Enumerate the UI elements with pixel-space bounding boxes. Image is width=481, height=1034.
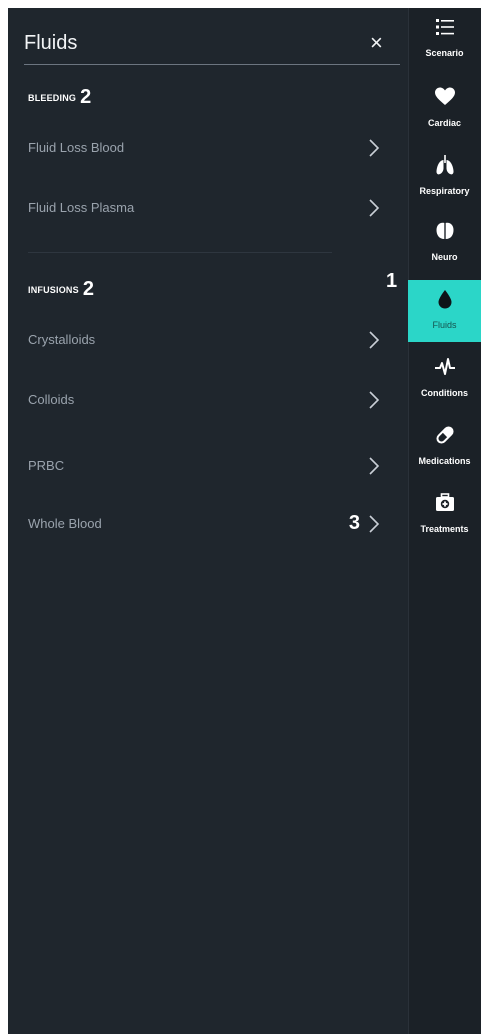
chevron-right-icon bbox=[369, 331, 380, 349]
sidebar-item-label: Scenario bbox=[425, 48, 464, 58]
chevron-right-icon bbox=[369, 515, 380, 533]
callout-number: 2 bbox=[80, 86, 92, 108]
list-item-colloids[interactable]: Colloids bbox=[28, 384, 388, 418]
list-item-label: Whole Blood bbox=[28, 516, 102, 531]
list-item-fluid-loss-blood[interactable]: Fluid Loss Blood bbox=[28, 132, 388, 166]
list-item-label: PRBC bbox=[28, 458, 65, 473]
chevron-right-icon bbox=[369, 391, 380, 409]
heart-icon bbox=[435, 87, 455, 105]
sidebar-item-scenario[interactable]: Scenario bbox=[408, 8, 481, 70]
callout-number: 1 bbox=[386, 270, 398, 292]
sidebar-item-medications[interactable]: Medications bbox=[408, 416, 481, 478]
list-item-label: Crystalloids bbox=[28, 332, 96, 347]
sidebar-item-conditions[interactable]: Conditions bbox=[408, 348, 481, 410]
section-label: BLEEDING bbox=[28, 93, 77, 103]
list-item-label: Colloids bbox=[28, 392, 75, 407]
title-underline bbox=[24, 64, 400, 65]
list-item-label: Fluid Loss Blood bbox=[28, 140, 125, 155]
chevron-right-icon bbox=[369, 139, 380, 157]
app-window: Fluids × BLEEDING 2 Fluid Loss Blood Flui… bbox=[8, 8, 481, 1034]
pill-icon bbox=[436, 426, 454, 444]
droplet-icon bbox=[438, 290, 452, 309]
brain-icon bbox=[436, 222, 454, 239]
lungs-icon bbox=[436, 155, 454, 175]
list-item-label: Fluid Loss Plasma bbox=[28, 200, 135, 215]
sidebar-item-label: Respiratory bbox=[419, 186, 470, 196]
fluids-panel: Fluids × BLEEDING 2 Fluid Loss Blood Flui… bbox=[8, 8, 408, 1034]
sidebar-item-label: Medications bbox=[418, 456, 471, 466]
sidebar-item-cardiac[interactable]: Cardiac bbox=[408, 78, 481, 140]
sidebar-item-label: Neuro bbox=[431, 252, 458, 262]
sidebar-item-label: Treatments bbox=[420, 524, 469, 534]
sidebar-item-respiratory[interactable]: Respiratory bbox=[408, 146, 481, 208]
chevron-right-icon bbox=[369, 199, 380, 217]
callout-number: 2 bbox=[82, 278, 95, 300]
section-header-bleeding: BLEEDING 2 bbox=[28, 84, 92, 108]
sidebar-item-fluids[interactable]: Fluids bbox=[408, 280, 481, 342]
list-item-fluid-loss-plasma[interactable]: Fluid Loss Plasma bbox=[28, 192, 388, 226]
panel-title: Fluids bbox=[24, 32, 78, 54]
pulse-icon bbox=[435, 358, 455, 375]
section-label: INFUSIONS bbox=[28, 285, 79, 295]
list-item-crystalloids[interactable]: Crystalloids bbox=[28, 324, 388, 358]
section-divider bbox=[28, 252, 332, 253]
sidebar-item-label: Conditions bbox=[421, 388, 468, 398]
list-item-prbc[interactable]: PRBC bbox=[28, 450, 388, 484]
callout-number: 3 bbox=[348, 512, 360, 534]
sidebar-item-neuro[interactable]: Neuro bbox=[408, 212, 481, 274]
list-item-whole-blood[interactable]: Whole Blood 3 bbox=[28, 508, 388, 542]
first-aid-kit-icon bbox=[436, 493, 454, 511]
chevron-right-icon bbox=[369, 457, 380, 475]
sidebar-item-label: Fluids bbox=[432, 320, 457, 330]
sidebar-item-treatments[interactable]: Treatments bbox=[408, 484, 481, 546]
sidebar-item-label: Cardiac bbox=[427, 118, 462, 128]
section-header-infusions: INFUSIONS 2 bbox=[28, 276, 95, 300]
close-icon[interactable]: × bbox=[370, 32, 383, 54]
list-icon bbox=[436, 19, 454, 35]
